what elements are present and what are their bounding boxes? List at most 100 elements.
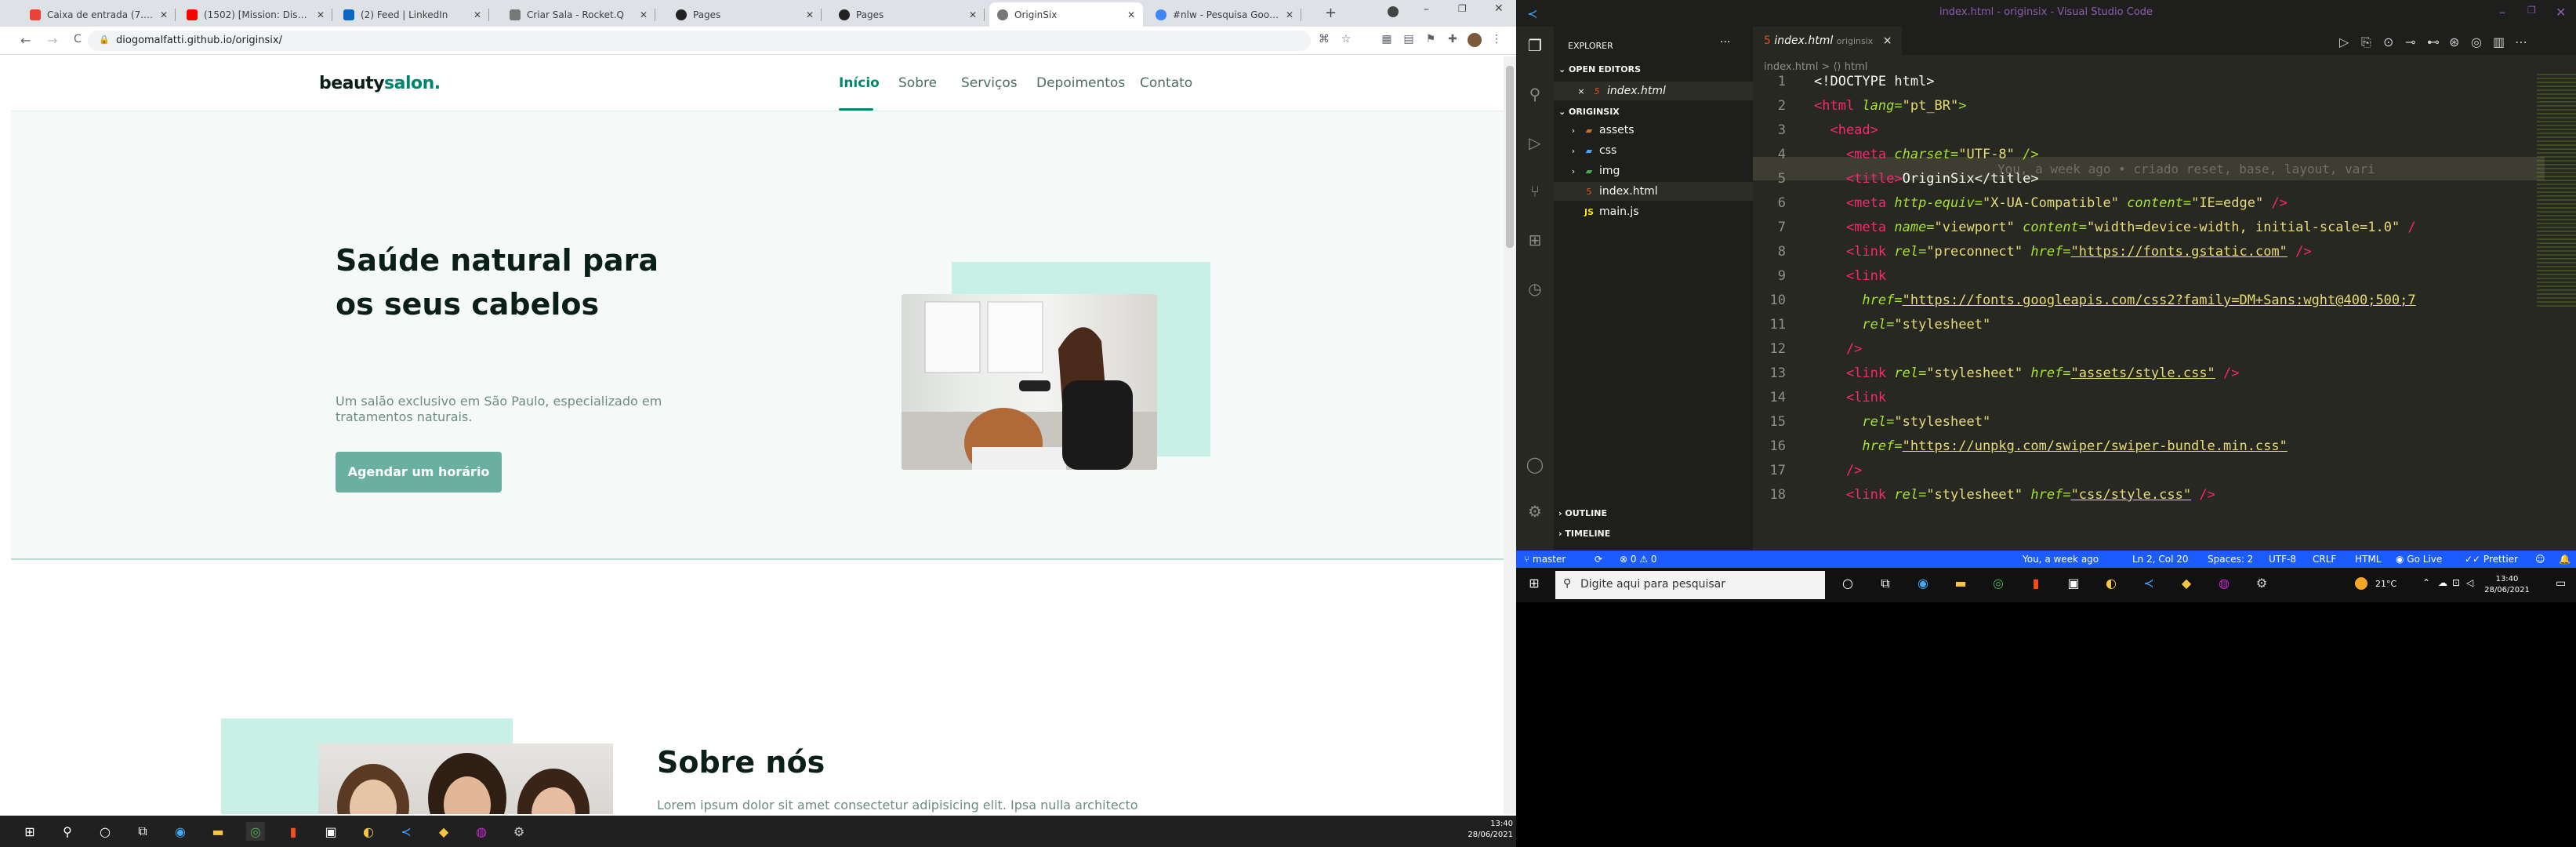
code-line[interactable]: <!DOCTYPE html> — [1814, 74, 1935, 89]
code-line[interactable]: <link — [1814, 390, 1886, 405]
nav-link-contato[interactable]: Contato — [1140, 75, 1192, 91]
close-tab-icon[interactable]: ✕ — [317, 9, 325, 20]
run-icon[interactable]: ▷ — [2339, 35, 2349, 49]
code-line[interactable]: /> — [1814, 463, 1862, 478]
browser-tab-originsix[interactable]: OriginSix ✕ — [989, 2, 1143, 27]
file-explorer-icon[interactable]: ▬ — [1952, 576, 1969, 593]
feedback-icon[interactable]: ☺ — [2535, 554, 2545, 565]
settings-gear-icon[interactable]: ⚙ — [1526, 502, 1544, 521]
minimize-icon[interactable]: – — [2499, 5, 2505, 20]
scrollbar-thumb[interactable] — [1506, 66, 1514, 248]
network-icon[interactable]: ⊡ — [2452, 577, 2460, 588]
split-editor-icon[interactable]: ▥ — [2493, 35, 2505, 49]
weather-sun-icon[interactable] — [2355, 577, 2367, 590]
prettier-status[interactable]: ✓✓ Prettier — [2465, 554, 2518, 565]
project-folder-header[interactable]: ⌄ ORIGINSIX — [1554, 107, 1620, 117]
run-debug-icon[interactable]: ▷ — [1526, 133, 1544, 152]
code-line[interactable]: <link rel="preconnect" href="https://fon… — [1814, 244, 2312, 260]
branch-status[interactable]: ⑂ master — [1524, 554, 1566, 565]
windows-start-icon[interactable]: ⊞ — [1526, 576, 1543, 593]
weather-temperature[interactable]: 21°C — [2375, 579, 2396, 589]
edge-icon[interactable]: ◉ — [171, 822, 190, 841]
file-index-html[interactable]: 5 index.html — [1554, 182, 1753, 201]
insomnia-icon[interactable]: ◆ — [434, 822, 453, 841]
chrome-icon[interactable]: ◎ — [1990, 576, 2007, 593]
task-view-icon[interactable]: ⧉ — [1877, 576, 1894, 593]
close-tab-icon[interactable]: ✕ — [473, 9, 481, 20]
back-button[interactable]: ← — [20, 33, 31, 48]
profile-menu-icon[interactable] — [1388, 6, 1399, 17]
forward-button[interactable]: → — [47, 33, 57, 48]
search-icon[interactable]: ⚲ — [1526, 85, 1544, 104]
code-line[interactable]: <meta name="viewport" content="width=dev… — [1814, 220, 2416, 235]
url-field[interactable]: 🔒 diogomalfatti.github.io/originsix/ — [88, 31, 1311, 51]
indentation-status[interactable]: Spaces: 2 — [2208, 554, 2253, 565]
app-icon[interactable]: ⚙ — [2253, 576, 2270, 593]
minimize-icon[interactable]: – — [1424, 3, 1429, 16]
profile-avatar[interactable] — [1468, 33, 1482, 47]
extensions-icon[interactable]: ⊞ — [1526, 231, 1544, 249]
browser-tab-google[interactable]: #nlw - Pesquisa Google ✕ — [1148, 2, 1301, 27]
extensions-puzzle-icon[interactable]: ✚ — [1446, 33, 1460, 47]
nav-link-sobre[interactable]: Sobre — [898, 75, 937, 91]
edge-icon[interactable]: ◉ — [1914, 576, 1932, 593]
account-icon[interactable]: ◯ — [1526, 455, 1544, 474]
right-clock[interactable]: 13:40 28/06/2021 — [2483, 574, 2531, 596]
explorer-more-actions-icon[interactable]: ··· — [1720, 36, 1730, 49]
previous-change-icon[interactable]: ⊸ — [2405, 35, 2415, 49]
terminal-icon[interactable]: ▣ — [321, 822, 340, 841]
extension-icon[interactable]: ▦ — [1380, 33, 1394, 47]
site-logo[interactable]: beautysalon. — [319, 74, 441, 93]
outline-header[interactable]: › OUTLINE — [1554, 508, 1607, 518]
app-icon[interactable]: ⚙ — [510, 822, 528, 841]
sync-icon[interactable]: ⟳ — [1595, 554, 1602, 565]
close-tab-icon[interactable]: × — [1883, 35, 1892, 47]
windows-start-icon[interactable]: ⊞ — [20, 822, 39, 841]
chrome-icon[interactable]: ◎ — [246, 822, 265, 841]
page-scrollbar[interactable] — [1504, 56, 1516, 814]
cortana-icon[interactable]: ○ — [1839, 576, 1856, 593]
folder-assets[interactable]: › ▰ assets — [1554, 121, 1634, 140]
code-line[interactable]: <link rel="stylesheet" href="css/style.c… — [1814, 487, 2215, 503]
encoding-status[interactable]: UTF-8 — [2269, 554, 2296, 565]
menu-kebab-icon[interactable]: ⋮ — [1489, 33, 1504, 47]
taskbar-search-input[interactable]: ⚲ Digite aqui para pesquisar — [1555, 571, 1825, 599]
nav-link-inicio[interactable]: Início — [839, 75, 880, 91]
minimap[interactable] — [2537, 74, 2576, 309]
tray-chevron-up-icon[interactable]: ⌃ — [2422, 577, 2430, 588]
close-tab-icon[interactable]: ✕ — [160, 9, 168, 20]
notification-center-icon[interactable]: ▭ — [2556, 577, 2566, 590]
app-icon[interactable]: ◐ — [359, 822, 378, 841]
close-tab-icon[interactable]: ✕ — [640, 9, 648, 20]
file-explorer-icon[interactable]: ▬ — [209, 822, 227, 841]
blame-status[interactable]: You, a week ago — [2023, 554, 2099, 565]
extension-icon[interactable]: ▤ — [1402, 33, 1416, 47]
restore-icon[interactable]: ❐ — [2527, 5, 2536, 16]
left-clock[interactable]: 13:40 28/06/2021 — [1463, 819, 1513, 841]
code-line[interactable]: /> — [1814, 341, 1862, 357]
notifications-bell-icon[interactable]: 🔔 — [2559, 554, 2571, 565]
new-tab-button[interactable]: + — [1325, 5, 1337, 21]
remote-explorer-icon[interactable]: ◷ — [1526, 279, 1544, 298]
close-window-icon[interactable]: ✕ — [1494, 2, 1504, 15]
more-actions-icon[interactable]: ⋯ — [2515, 35, 2527, 49]
folder-css[interactable]: › ▰ css — [1554, 141, 1617, 160]
eol-status[interactable]: CRLF — [2313, 554, 2336, 565]
explorer-files-icon[interactable]: ❐ — [1526, 36, 1544, 55]
vscode-icon[interactable]: ≺ — [397, 822, 415, 841]
close-tab-icon[interactable]: ✕ — [1286, 9, 1293, 20]
code-line[interactable]: <meta charset="UTF-8" /> — [1814, 147, 2039, 162]
code-line[interactable]: rel="stylesheet" — [1814, 317, 1990, 333]
search-icon[interactable]: ⚲ — [58, 822, 77, 841]
insomnia-icon[interactable]: ◆ — [2178, 576, 2195, 593]
cortana-icon[interactable]: ○ — [96, 822, 114, 841]
extension-icon[interactable]: ⚑ — [1424, 33, 1438, 47]
vscode-icon[interactable]: ≺ — [2140, 576, 2157, 593]
app-icon[interactable]: ◐ — [2103, 576, 2120, 593]
reload-button[interactable]: C — [74, 33, 82, 45]
figma-icon[interactable]: ▮ — [2027, 576, 2044, 593]
task-view-icon[interactable]: ⧉ — [133, 822, 152, 841]
close-editor-icon[interactable]: × — [1576, 82, 1587, 101]
volume-icon[interactable]: ◁ — [2466, 577, 2473, 588]
browser-tab-pages[interactable]: Pages ✕ — [668, 2, 822, 27]
